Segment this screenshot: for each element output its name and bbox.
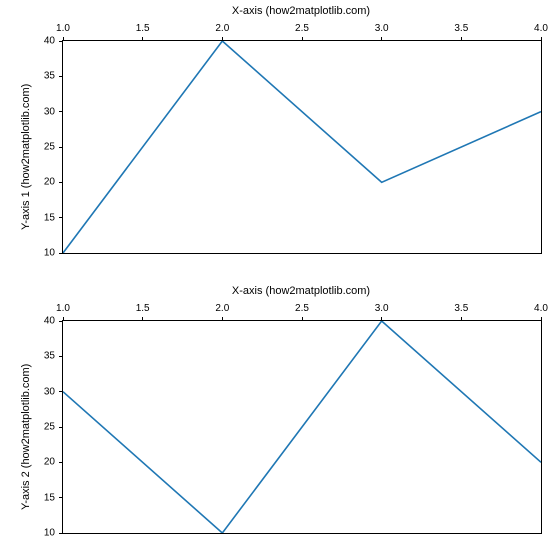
subplot-2: X-axis (how2matplotlib.com) Y-axis 2 (ho… <box>0 0 560 560</box>
ytick-label: 30 <box>31 386 55 397</box>
xtick-label: 2.0 <box>215 303 229 314</box>
line-series <box>63 321 541 533</box>
ytick-label: 15 <box>31 492 55 503</box>
ytick-label: 25 <box>31 422 55 433</box>
ytick-label: 40 <box>31 316 55 327</box>
figure: X-axis (how2matplotlib.com) Y-axis 1 (ho… <box>0 0 560 560</box>
ytick-label: 35 <box>31 351 55 362</box>
xlabel-2: X-axis (how2matplotlib.com) <box>62 285 540 297</box>
xtick-label: 1.0 <box>56 303 70 314</box>
xtick-label: 2.5 <box>295 303 309 314</box>
ytick-label: 10 <box>31 528 55 539</box>
xtick-label: 1.5 <box>136 303 150 314</box>
ytick-label: 20 <box>31 457 55 468</box>
xtick-label: 3.5 <box>454 303 468 314</box>
xtick-label: 3.0 <box>375 303 389 314</box>
xtick-label: 4.0 <box>534 303 548 314</box>
plot-area-2: 1.01.52.02.53.03.54.010152025303540 <box>62 320 542 534</box>
